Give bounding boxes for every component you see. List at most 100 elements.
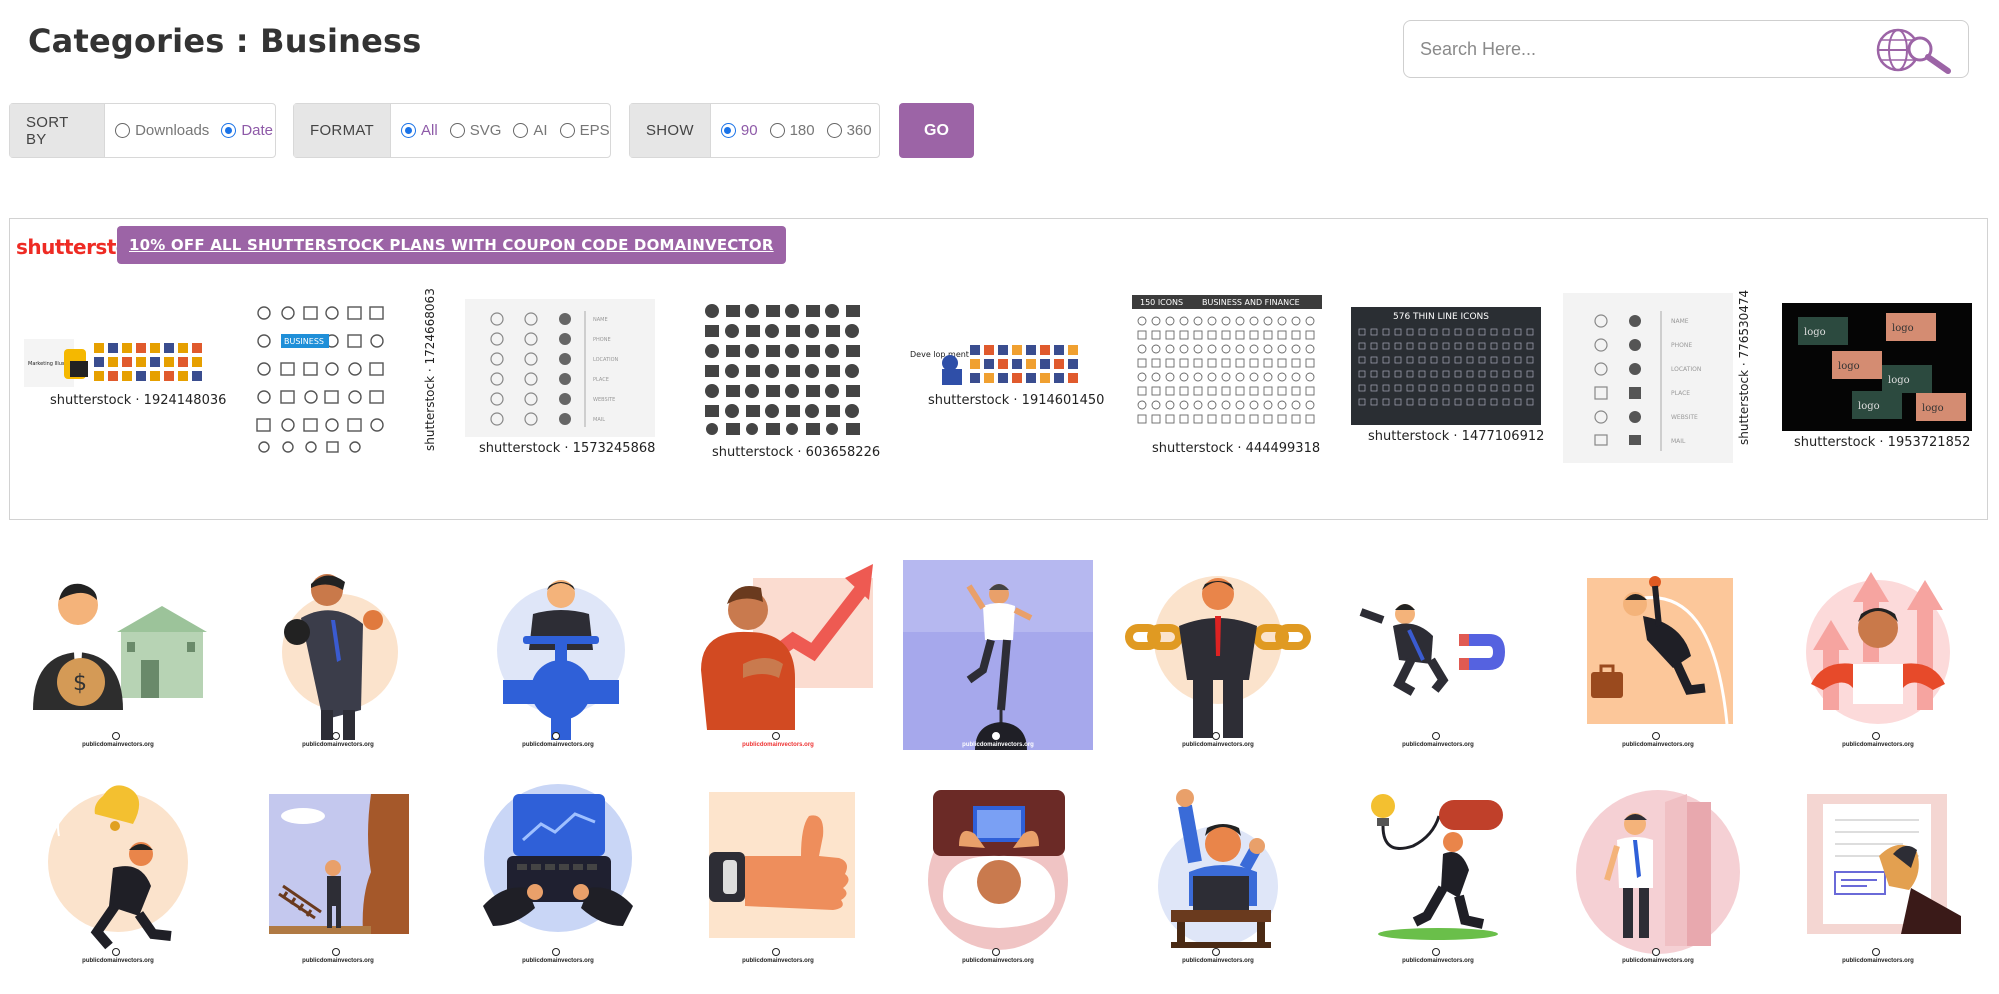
svg-text:logo: logo	[1858, 401, 1880, 412]
shutterstock-thumbnail: NAME PHONE LOCATION PLACE WEBSITE MAIL	[465, 299, 655, 437]
shutterstock-item[interactable]: NAME PHONE LOCATION PLACE WEBSITE MAIL shutte…	[1563, 289, 1763, 463]
shutterstock-caption: shutterstock · 776530474	[1737, 289, 1751, 445]
cc-icon	[1652, 732, 1660, 740]
watermark: publicdomainvectors.org	[1182, 742, 1254, 748]
cc-icon	[112, 732, 120, 740]
shutterstock-caption: shutterstock · 1953721852	[1794, 435, 1971, 450]
cc-icon	[992, 948, 1000, 956]
shutterstock-item[interactable]: Deve lop ment shutterstock · 1914601450	[908, 339, 1108, 429]
search-icon[interactable]	[1868, 25, 1956, 75]
shutterstock-caption: shutterstock · 603658226	[712, 445, 881, 460]
sort-downloads-radio[interactable]: Downloads	[115, 122, 209, 139]
watermark: publicdomainvectors.org	[1402, 742, 1474, 748]
format-svg-radio[interactable]: SVG	[449, 122, 501, 139]
shutterstock-item[interactable]: 576 THIN LINE ICONS shutterstock · 14771…	[1340, 307, 1544, 447]
svg-text:576 THIN LINE ICONS: 576 THIN LINE ICONS	[1393, 312, 1489, 322]
watermark: publicdomainvectors.org	[962, 958, 1034, 964]
svg-text:LOCATION: LOCATION	[1671, 366, 1701, 373]
cc-icon	[1652, 948, 1660, 956]
format-all-radio[interactable]: All	[401, 122, 438, 139]
shutterstock-thumbnail: 150 ICONS BUSINESS AND FINANCE	[1132, 295, 1322, 433]
shutterstock-caption: shutterstock · 444499318	[1152, 441, 1321, 456]
show-180-radio[interactable]: 180	[769, 122, 815, 139]
vector-tile[interactable]: publicdomainvectors.org	[1343, 776, 1533, 966]
vector-tile[interactable]: publicdomainvectors.org	[1783, 776, 1973, 966]
cc-icon	[1212, 948, 1220, 956]
vector-tile[interactable]: publicdomainvectors.org	[463, 560, 653, 750]
businessman-ladder-cliff-image	[243, 776, 433, 966]
watermark: publicdomainvectors.org	[522, 958, 594, 964]
svg-text:logo: logo	[1888, 375, 1910, 386]
businessman-growth-chart-image	[683, 560, 873, 750]
vector-tile[interactable]: $ publicdomainvectors.org	[23, 560, 213, 750]
svg-text:PLACE: PLACE	[1671, 390, 1690, 397]
watermark: publicdomainvectors.org	[1402, 958, 1474, 964]
svg-text:WEBSITE: WEBSITE	[593, 397, 615, 403]
shutterstock-item[interactable]: Marketing Illustrations shutterstock · 1…	[24, 339, 226, 429]
svg-text:Deve lop ment: Deve lop ment	[910, 350, 969, 359]
businessman-door-image	[1563, 776, 1753, 966]
businessman-valve-image	[463, 560, 653, 750]
vector-tile[interactable]: publicdomainvectors.org	[903, 776, 1093, 966]
vector-tile[interactable]: publicdomainvectors.org	[23, 776, 213, 966]
svg-text:MAIL: MAIL	[1671, 438, 1686, 445]
page-title: Categories : Business	[28, 22, 422, 60]
search-input[interactable]	[1404, 21, 1884, 77]
coupon-link[interactable]: 10% OFF ALL SHUTTERSTOCK PLANS WITH COUP…	[117, 226, 786, 264]
go-button[interactable]: GO	[899, 103, 974, 158]
vector-tile[interactable]: publicdomainvectors.org	[683, 776, 873, 966]
shutterstock-item[interactable]: 150 ICONS BUSINESS AND FINANCE shutterst…	[1124, 295, 1324, 465]
shutterstock-thumbnail: BUSINESS	[251, 303, 426, 453]
watermark: publicdomainvectors.org	[1842, 958, 1914, 964]
svg-text:PHONE: PHONE	[593, 337, 611, 343]
businessman-arrows-up-image	[1783, 560, 1973, 750]
shutterstock-promo: shutterstock 10% OFF ALL SHUTTERSTOCK PL…	[9, 218, 1988, 520]
vector-tile[interactable]: publicdomainvectors.org	[1563, 776, 1753, 966]
sort-by-label: SORT BY	[10, 104, 106, 157]
format-ai-radio[interactable]: AI	[513, 122, 548, 139]
vector-tile[interactable]: publicdomainvectors.org	[463, 776, 653, 966]
shutterstock-thumbnail: Marketing Illustrations	[24, 339, 214, 389]
vector-tile[interactable]: publicdomainvectors.org	[1343, 560, 1533, 750]
vector-tile[interactable]: publicdomainvectors.org	[1563, 560, 1753, 750]
vector-tile[interactable]: publicdomainvectors.org	[243, 776, 433, 966]
shutterstock-item[interactable]: logo logo logo logo logo logo shuttersto…	[1782, 303, 1982, 453]
show-360-radio[interactable]: 360	[826, 122, 872, 139]
vector-tile[interactable]: publicdomainvectors.org	[1783, 560, 1973, 750]
format-eps-radio[interactable]: EPS	[559, 122, 610, 139]
show-90-radio[interactable]: 90	[720, 122, 758, 139]
watermark: publicdomainvectors.org	[1842, 742, 1914, 748]
shutterstock-caption: shutterstock · 1724668063	[423, 288, 437, 451]
vector-tile[interactable]: publicdomainvectors.org	[243, 560, 433, 750]
businessman-balance-image	[903, 560, 1093, 750]
businessman-idea-rope-image	[1343, 776, 1533, 966]
cc-icon	[1432, 948, 1440, 956]
svg-text:logo: logo	[1804, 327, 1826, 338]
sort-by-filter: SORT BY Downloads Date	[9, 103, 276, 158]
shutterstock-item[interactable]: NAME PHONE LOCATION PLACE WEBSITE MAIL shutte…	[465, 299, 665, 459]
vector-tile[interactable]: publicdomainvectors.org	[1123, 776, 1313, 966]
watermark: publicdomainvectors.org	[82, 958, 154, 964]
shutterstock-item[interactable]: shutterstock · 603658226	[690, 299, 890, 469]
businessman-chain-image	[1123, 560, 1313, 750]
watermark: publicdomainvectors.org	[1622, 958, 1694, 964]
shutterstock-thumbnail: logo logo logo logo logo logo	[1782, 303, 1972, 431]
businessman-bell-image	[23, 776, 213, 966]
svg-text:PHONE: PHONE	[1671, 342, 1692, 349]
cc-icon	[332, 732, 340, 740]
vector-tile[interactable]: publicdomainvectors.org	[1123, 560, 1313, 750]
shutterstock-thumbnail: Deve lop ment	[908, 339, 1098, 389]
shutterstock-caption: shutterstock · 1914601450	[928, 393, 1105, 408]
cc-icon	[552, 948, 560, 956]
vector-tile[interactable]: publicdomainvectors.org	[903, 560, 1093, 750]
shutterstock-item[interactable]: BUSINESS shutterstock · 1724668063	[251, 288, 441, 453]
laptop-analytics-image	[463, 776, 653, 966]
sort-date-radio[interactable]: Date	[221, 122, 273, 139]
svg-text:BUSINESS AND FINANCE: BUSINESS AND FINANCE	[1202, 298, 1300, 307]
thumbs-up-image	[683, 776, 873, 966]
vector-tile[interactable]: publicdomainvectors.org	[683, 560, 873, 750]
document-signature-image	[1783, 776, 1973, 966]
format-filter: FORMAT All SVG AI EPS	[293, 103, 611, 158]
cc-icon	[112, 948, 120, 956]
svg-text:PLACE: PLACE	[593, 377, 609, 383]
